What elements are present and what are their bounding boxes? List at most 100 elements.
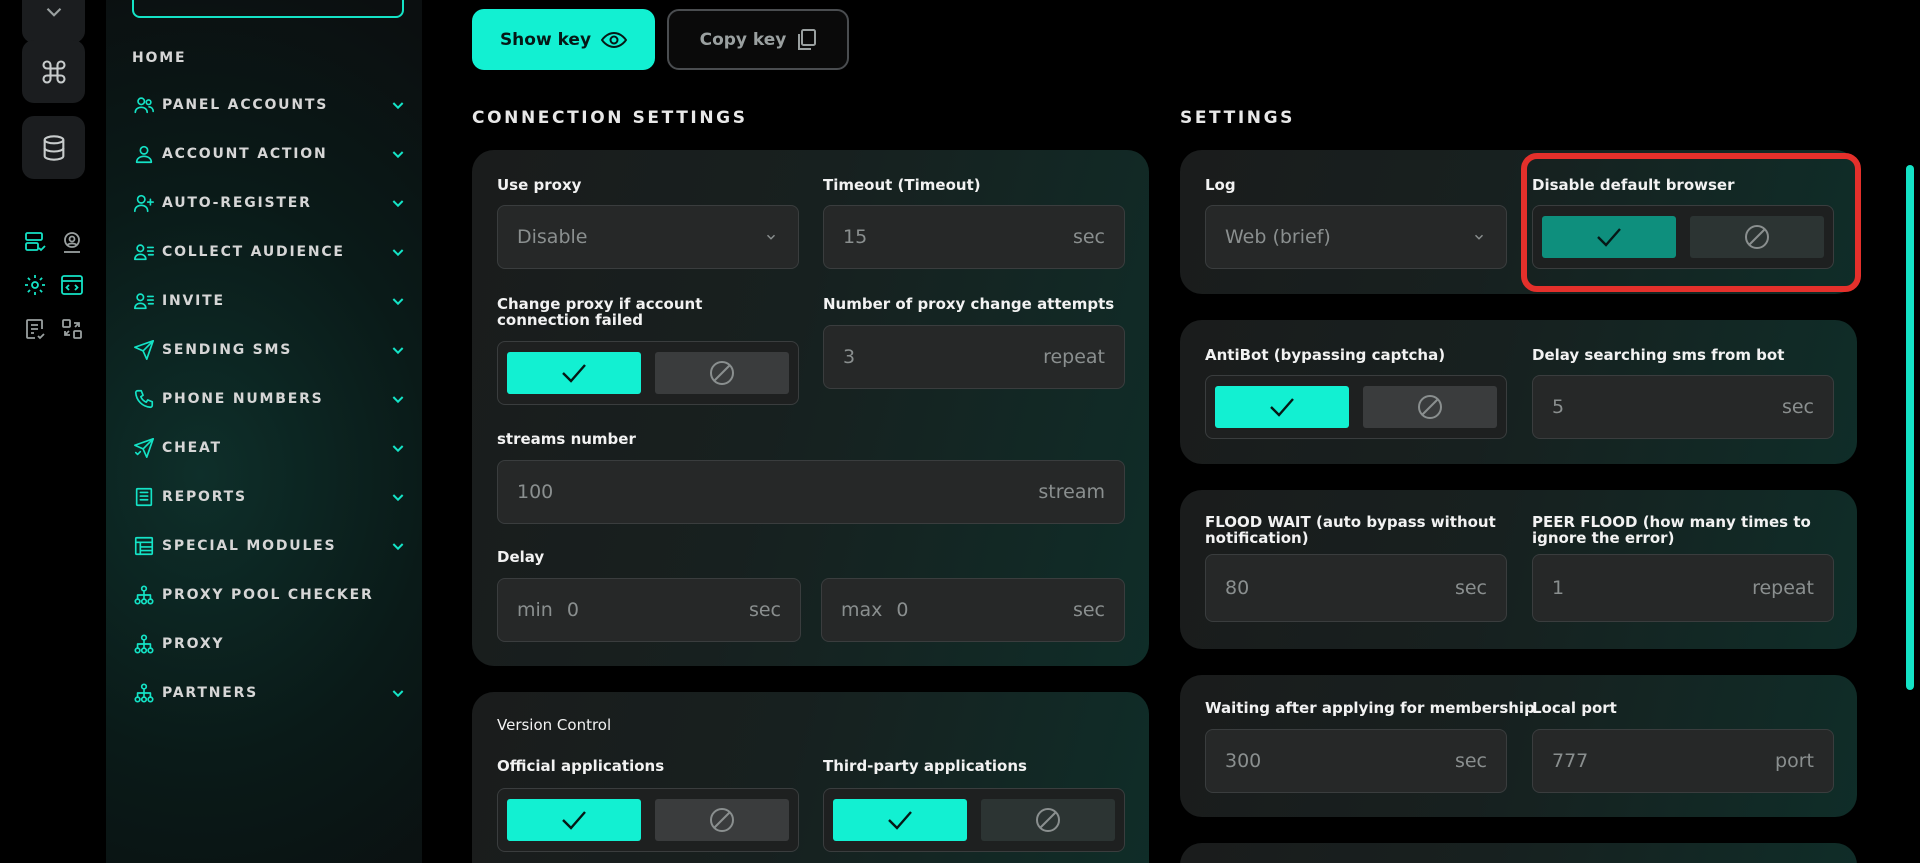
rail-code-window[interactable] — [59, 272, 85, 298]
rail-server-check[interactable] — [22, 229, 48, 255]
check-icon — [888, 811, 912, 830]
antibot-toggle[interactable] — [1205, 375, 1507, 439]
flood-wait-value: 80 — [1225, 577, 1250, 599]
user-plus-icon — [132, 191, 156, 215]
user-list-icon — [132, 240, 156, 264]
disabled-icon — [1036, 808, 1060, 832]
sidebar-item-cheat[interactable]: CHEAT — [132, 433, 408, 463]
network-icon — [132, 632, 156, 656]
antibot-label: AntiBot (bypassing captcha) — [1205, 346, 1446, 364]
peer-flood-input[interactable]: 1 repeat — [1532, 554, 1834, 622]
antibot-on-button[interactable] — [1215, 386, 1349, 428]
change-proxy-off-button[interactable] — [655, 352, 789, 394]
copy-key-button[interactable]: Copy key — [667, 9, 849, 70]
copy-icon — [798, 28, 817, 50]
chevron-down-icon[interactable] — [388, 536, 408, 556]
chevron-down-icon[interactable] — [388, 389, 408, 409]
sidebar-top-button[interactable] — [132, 0, 404, 18]
timeout-input[interactable]: 15 sec — [823, 205, 1125, 269]
third-party-apps-label: Third-party applications — [823, 757, 1027, 775]
timeout-unit: sec — [1072, 226, 1105, 248]
waiting-membership-input[interactable]: 300 sec — [1205, 729, 1507, 793]
code-window-icon — [61, 275, 83, 295]
log-value: Web (brief) — [1225, 226, 1331, 248]
icon-rail — [0, 0, 106, 863]
third-party-apps-toggle[interactable] — [823, 788, 1125, 852]
chevron-down-icon[interactable] — [388, 683, 408, 703]
proxy-attempts-input[interactable]: 3 repeat — [823, 325, 1125, 389]
sidebar-item-label: CHEAT — [162, 440, 222, 456]
official-apps-label: Official applications — [497, 757, 665, 775]
delay-sms-input[interactable]: 5 sec — [1532, 375, 1834, 439]
log-select[interactable]: Web (brief) — [1205, 205, 1507, 269]
chevron-down-icon[interactable] — [388, 487, 408, 507]
copy-key-label: Copy key — [699, 29, 787, 50]
sidebar-item-label: COLLECT AUDIENCE — [162, 244, 345, 260]
sidebar-item-label: PANEL ACCOUNTS — [162, 97, 329, 113]
sidebar-item-invite[interactable]: INVITE — [132, 286, 408, 316]
rail-collapse-button[interactable] — [22, 0, 85, 43]
sidebar-item-proxy[interactable]: PROXY — [132, 629, 408, 659]
user-icon — [132, 142, 156, 166]
sidebar-scroll-gutter — [422, 0, 446, 863]
official-apps-on-button[interactable] — [507, 799, 641, 841]
nav-home[interactable]: HOME — [132, 50, 186, 66]
local-port-input[interactable]: 777 port — [1532, 729, 1834, 793]
chevron-down-icon[interactable] — [388, 438, 408, 458]
settings-icon — [25, 275, 45, 295]
sidebar-item-proxy-pool-checker[interactable]: PROXY POOL CHECKER — [132, 580, 408, 610]
sidebar-nav: HOME PANEL ACCOUNTS ACCOUNT ACTION AUTO-RE… — [106, 0, 422, 863]
use-proxy-label: Use proxy — [497, 176, 582, 194]
rail-settings[interactable] — [22, 272, 48, 298]
sidebar-item-account-action[interactable]: ACCOUNT ACTION — [132, 139, 408, 169]
third-party-apps-off-button[interactable] — [981, 799, 1115, 841]
disabled-icon — [710, 808, 734, 832]
phone-icon — [132, 387, 156, 411]
chevron-down-icon[interactable] — [388, 95, 408, 115]
antibot-off-button[interactable] — [1363, 386, 1497, 428]
proxy-attempts-unit: repeat — [1043, 346, 1105, 368]
chevron-down-icon[interactable] — [388, 340, 408, 360]
connection-settings-card: Use proxy Disable Timeout (Timeout) 15 s… — [472, 150, 1149, 666]
delay-min-unit: sec — [748, 599, 781, 621]
streams-value: 100 — [517, 481, 554, 503]
use-proxy-select[interactable]: Disable — [497, 205, 799, 269]
chevron-down-icon[interactable] — [388, 242, 408, 262]
sidebar-item-auto-register[interactable]: AUTO-REGISTER — [132, 188, 408, 218]
change-proxy-on-button[interactable] — [507, 352, 641, 394]
chevron-down-icon[interactable] — [388, 193, 408, 213]
main-scrollbar[interactable] — [1906, 165, 1914, 690]
settings-flood-card: FLOOD WAIT (auto bypass without notifica… — [1180, 490, 1857, 649]
delay-min-input[interactable]: min 0 sec — [497, 578, 801, 642]
version-control-card: Version Control Official applications Th… — [472, 692, 1149, 863]
sidebar-item-phone-numbers[interactable]: PHONE NUMBERS — [132, 384, 408, 414]
sidebar-item-reports[interactable]: REPORTS — [132, 482, 408, 512]
delay-max-unit: sec — [1072, 599, 1105, 621]
timeout-label: Timeout (Timeout) — [823, 176, 981, 194]
chevron-down-icon[interactable] — [388, 291, 408, 311]
official-apps-toggle[interactable] — [497, 788, 799, 852]
delay-max-input[interactable]: max 0 sec — [821, 578, 1125, 642]
flood-wait-unit: sec — [1454, 577, 1487, 599]
rail-report-check[interactable] — [22, 316, 48, 342]
sidebar-item-panel-accounts[interactable]: PANEL ACCOUNTS — [132, 90, 408, 120]
rail-shuffle[interactable] — [59, 316, 85, 342]
rail-database-button[interactable] — [22, 116, 85, 179]
rail-user-pin[interactable] — [59, 229, 85, 255]
sidebar-item-collect-audience[interactable]: COLLECT AUDIENCE — [132, 237, 408, 267]
delay-label: Delay — [497, 548, 545, 566]
proxy-attempts-value: 3 — [843, 346, 856, 368]
streams-input[interactable]: 100 stream — [497, 460, 1125, 524]
version-control-title: Version Control — [497, 716, 612, 734]
sidebar-item-special-modules[interactable]: SPECIAL MODULES — [132, 531, 408, 561]
chevron-down-icon[interactable] — [388, 144, 408, 164]
official-apps-off-button[interactable] — [655, 799, 789, 841]
rail-command-button[interactable] — [22, 40, 85, 103]
eye-icon — [601, 31, 628, 48]
show-key-button[interactable]: Show key — [472, 9, 655, 70]
flood-wait-input[interactable]: 80 sec — [1205, 554, 1507, 622]
change-proxy-toggle[interactable] — [497, 341, 799, 405]
third-party-apps-on-button[interactable] — [833, 799, 967, 841]
sidebar-item-partners[interactable]: PARTNERS — [132, 678, 408, 708]
sidebar-item-sending-sms[interactable]: SENDING SMS — [132, 335, 408, 365]
